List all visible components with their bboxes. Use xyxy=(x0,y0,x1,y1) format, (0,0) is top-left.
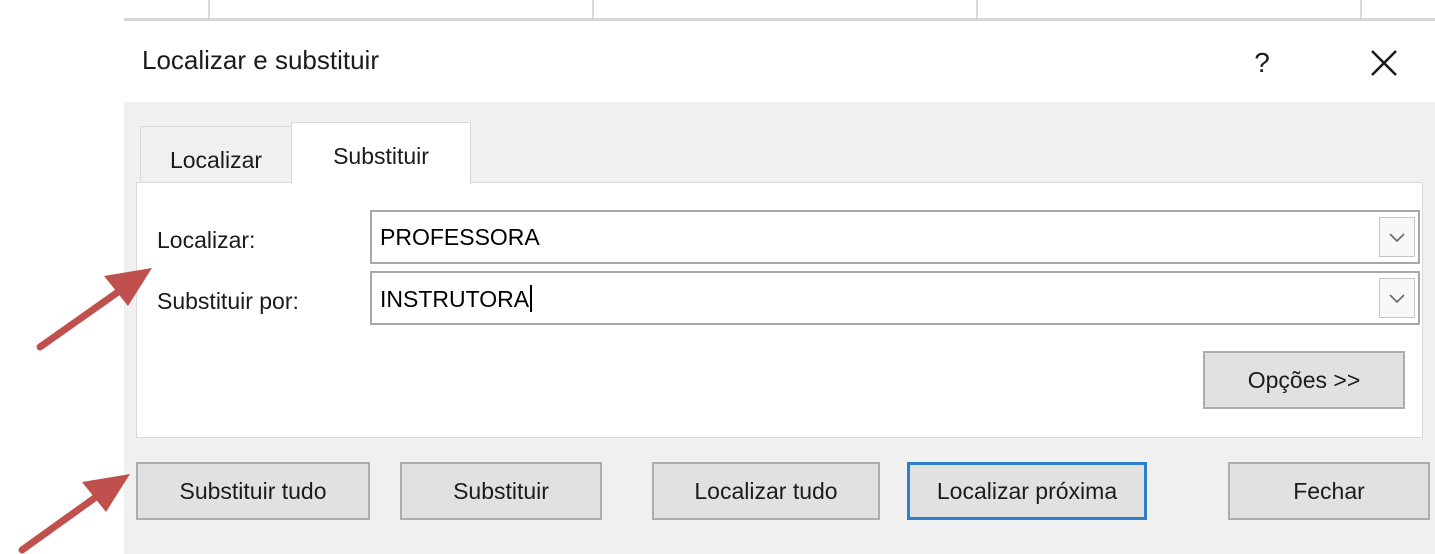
tab-substituir[interactable]: Substituir xyxy=(291,122,471,184)
arrow-to-replace-label xyxy=(36,268,152,351)
arrow-to-replace-all-button xyxy=(18,474,130,554)
annotation-arrows xyxy=(18,268,152,554)
